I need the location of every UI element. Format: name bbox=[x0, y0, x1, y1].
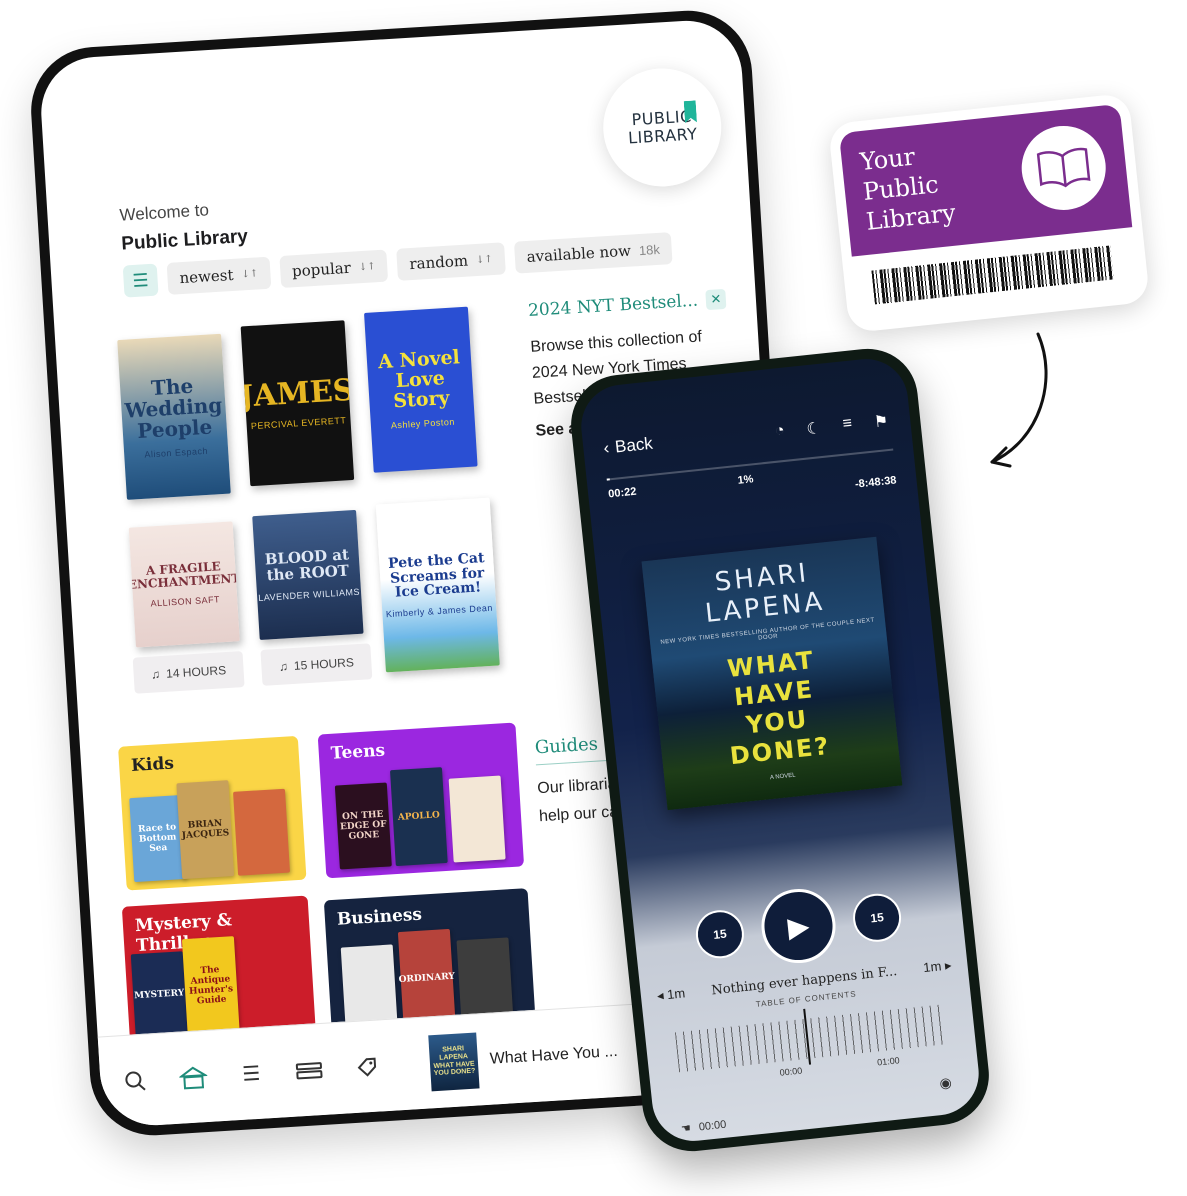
category-teens[interactable]: Teens ON THE EDGE OF GONE APOLLO bbox=[317, 722, 525, 879]
book-cover[interactable]: The Wedding People Alison Espach bbox=[117, 333, 231, 500]
library-card: Your Public Library bbox=[827, 92, 1151, 334]
hand-pointer-icon: ☚ bbox=[680, 1122, 692, 1136]
headphones-icon: ♫ bbox=[150, 667, 161, 682]
chevron-left-icon: ‹ bbox=[602, 438, 611, 458]
next-chapter-button[interactable]: 1m ▸ bbox=[923, 957, 953, 976]
scrubber-tick: 01:00 bbox=[876, 1055, 901, 1068]
back-button[interactable]: ‹ Back bbox=[603, 434, 654, 459]
list-menu-icon[interactable]: ☰ bbox=[235, 1058, 267, 1090]
cover-author: SHARI LAPENA bbox=[703, 558, 827, 629]
sort-newest-chip[interactable]: newest ↓↑ bbox=[166, 256, 272, 295]
book-thumbnail: BRIAN JACQUES bbox=[176, 780, 235, 880]
now-playing-title: What Have You ... bbox=[489, 1042, 619, 1068]
book-cover[interactable]: A FRAGILE ENCHANTMENT ALLISON SAFT bbox=[128, 521, 240, 648]
playback-speed-icon[interactable]: ◔ bbox=[774, 422, 786, 443]
sort-arrows-icon: ↓↑ bbox=[358, 260, 376, 273]
library-card-header: Your Public Library bbox=[838, 103, 1133, 257]
public-library-logo: PUBLIC LIBRARY bbox=[599, 64, 725, 190]
category-kids[interactable]: Kids Race to Bottom Sea BRIAN JACQUES bbox=[118, 735, 307, 891]
sort-popular-chip[interactable]: popular ↓↑ bbox=[279, 249, 389, 289]
home-library-icon[interactable] bbox=[177, 1061, 209, 1093]
open-book-icon bbox=[1017, 121, 1110, 215]
cover-subtitle: A NOVEL bbox=[769, 772, 796, 782]
book-thumbnail: The Antique Hunter's Guide bbox=[181, 936, 240, 1036]
sort-arrows-icon: ↓↑ bbox=[241, 267, 259, 280]
collection-title[interactable]: 2024 NYT Bestsel... bbox=[528, 291, 699, 321]
book-cover[interactable]: JAMES PERCIVAL EVERETT bbox=[240, 320, 355, 487]
book-cover[interactable]: BLOOD at the ROOT LAVENDER WILLIAMS bbox=[252, 509, 364, 640]
play-icon: ▶ bbox=[786, 909, 811, 943]
welcome-heading: Welcome to Public Library bbox=[119, 198, 249, 256]
previous-chapter-button[interactable]: ◂ 1m bbox=[656, 985, 686, 1004]
filter-lines-icon: ☰ bbox=[131, 269, 150, 291]
player-toolbar: ◔ ☾ ≡ ⚑ bbox=[774, 411, 889, 443]
chapters-icon[interactable]: ≡ bbox=[842, 415, 853, 436]
bookmark-icon[interactable]: ⚑ bbox=[873, 411, 889, 432]
sleep-timer[interactable]: ☚ 00:00 bbox=[680, 1118, 727, 1136]
available-now-chip[interactable]: available now 18k bbox=[513, 232, 673, 274]
book-progress-fill bbox=[606, 478, 610, 481]
book-thumbnail: ON THE EDGE OF GONE bbox=[334, 782, 392, 870]
rewind-15-button[interactable]: 15 bbox=[693, 907, 747, 961]
fingerprint-icon[interactable]: ◉ bbox=[939, 1074, 953, 1092]
book-thumbnail bbox=[448, 775, 506, 863]
cover-title: WHAT HAVE YOU DONE? bbox=[725, 645, 832, 771]
bookshelf-icon[interactable] bbox=[293, 1054, 325, 1086]
elapsed-time: 00:22 bbox=[607, 485, 637, 501]
category-mystery-thriller[interactable]: Mystery & Thriller MYSTERY The Antique H… bbox=[121, 895, 317, 1047]
play-button[interactable]: ▶ bbox=[757, 885, 840, 967]
available-count: 18k bbox=[638, 241, 661, 258]
close-icon[interactable]: ✕ bbox=[705, 288, 727, 311]
sleep-timer-moon-icon[interactable]: ☾ bbox=[806, 418, 822, 439]
book-thumbnail bbox=[233, 788, 291, 876]
book-cover[interactable]: Pete the Cat Screams for Ice Cream! Kimb… bbox=[375, 497, 500, 673]
library-card-title: Your Public Library bbox=[858, 142, 958, 236]
progress-percent: 1% bbox=[737, 473, 755, 487]
book-thumbnail: MYSTERY bbox=[130, 951, 188, 1039]
remaining-time: -8:48:38 bbox=[854, 474, 898, 491]
scrubber-tick: 00:00 bbox=[779, 1065, 803, 1078]
welcome-line: Welcome to bbox=[119, 200, 210, 225]
book-thumbnail: APOLLO bbox=[389, 767, 448, 867]
forward-15-button[interactable]: 15 bbox=[850, 891, 904, 945]
audiobook-cover: SHARI LAPENA NEW YORK TIMES BESTSELLING … bbox=[641, 536, 903, 811]
book-grid: The Wedding People Alison Espach JAMES P… bbox=[116, 302, 535, 694]
duration-badge: ♫ 14 HOURS bbox=[132, 651, 245, 694]
book-thumbnail: ORDINARY bbox=[397, 928, 456, 1028]
headphones-icon: ♫ bbox=[278, 659, 289, 674]
barcode bbox=[871, 245, 1114, 305]
duration-badge: ♫ 15 HOURS bbox=[260, 643, 373, 686]
audiobook-player-screen: ‹ Back ◔ ☾ ≡ ⚑ 00:22 1% -8:48:38 SHARI L… bbox=[577, 354, 983, 1146]
now-playing-cover: SHARI LAPENA WHAT HAVE YOU DONE? bbox=[428, 1031, 480, 1091]
book-cover[interactable]: A Novel Love Story Ashley Poston bbox=[364, 306, 478, 473]
curved-arrow-icon bbox=[990, 332, 1048, 468]
tag-icon[interactable] bbox=[351, 1051, 383, 1083]
sort-arrows-icon: ↓↑ bbox=[475, 253, 494, 266]
search-icon[interactable] bbox=[120, 1065, 152, 1097]
sort-random-chip[interactable]: random ↓↑ bbox=[396, 242, 506, 281]
library-name: Public Library bbox=[120, 225, 249, 255]
filter-menu-button[interactable]: ☰ bbox=[122, 263, 159, 298]
